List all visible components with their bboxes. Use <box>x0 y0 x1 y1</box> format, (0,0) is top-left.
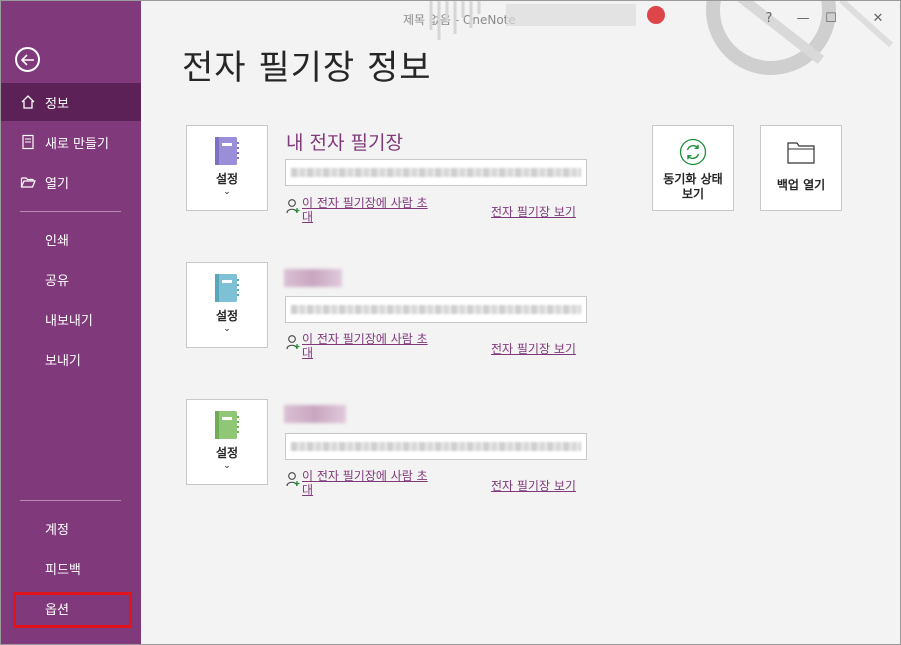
options-highlight-box <box>13 592 132 628</box>
chevron-down-icon: ⌄ <box>223 187 231 197</box>
notebook-settings-button[interactable]: 설정 ⌄ <box>186 399 268 485</box>
blurred-notebook-name <box>284 269 342 287</box>
sidebar-item-open[interactable]: 열기 <box>0 163 141 201</box>
maximize-button[interactable]: ☐ <box>821 8 841 28</box>
sidebar-item-label: 열기 <box>45 176 69 192</box>
notebook-settings-button[interactable]: 설정 ⌄ <box>186 125 268 211</box>
sidebar-item-feedback[interactable]: 피드백 <box>0 549 141 587</box>
blurred-path <box>291 305 581 314</box>
sidebar-item-label: 피드백 <box>45 562 81 578</box>
notebook-path-field[interactable] <box>285 296 587 323</box>
sidebar-item-label: 새로 만들기 <box>45 136 109 152</box>
folder-open-icon <box>20 174 36 190</box>
view-notebook-link[interactable]: 전자 필기장 보기 <box>491 477 576 494</box>
sidebar-item-label: 공유 <box>45 273 69 289</box>
help-button[interactable]: ? <box>759 8 779 28</box>
notebook-icon <box>215 274 239 302</box>
new-page-icon <box>20 134 36 150</box>
notebook-settings-button[interactable]: 설정 ⌄ <box>186 262 268 348</box>
sidebar-divider <box>20 211 121 212</box>
sidebar-item-label: 정보 <box>45 96 69 112</box>
open-backups-button[interactable]: 백업 열기 <box>760 125 842 211</box>
notebook-name: 내 전자 필기장 <box>286 132 403 154</box>
view-sync-status-button[interactable]: 동기화 상태 보기 <box>652 125 734 211</box>
back-button[interactable] <box>15 47 40 72</box>
invite-people-text: 이 전자 필기장에 사람 초대 <box>302 196 428 224</box>
arrow-left-icon <box>20 53 34 66</box>
blurred-path <box>291 168 581 177</box>
notebook-icon <box>215 137 239 165</box>
sidebar-item-print[interactable]: 인쇄 <box>0 220 141 258</box>
sidebar-item-new[interactable]: 새로 만들기 <box>0 123 141 161</box>
chevron-down-icon: ⌄ <box>223 324 231 334</box>
folder-icon <box>787 142 815 164</box>
settings-label: 설정 <box>215 446 239 460</box>
settings-label: 설정 <box>215 309 239 323</box>
home-icon <box>20 94 36 110</box>
notebook-path-field[interactable] <box>285 433 587 460</box>
blurred-notebook-name <box>284 405 346 423</box>
sidebar-item-account[interactable]: 계정 <box>0 509 141 547</box>
close-button[interactable]: ✕ <box>868 8 888 28</box>
minimize-button[interactable]: — <box>793 8 813 28</box>
sidebar-divider <box>20 500 121 501</box>
invite-people-link[interactable]: 이 전자 필기장에 사람 초대 <box>286 196 432 224</box>
person-add-icon <box>286 199 300 214</box>
view-notebook-link[interactable]: 전자 필기장 보기 <box>491 203 576 220</box>
sidebar-item-label: 인쇄 <box>45 233 69 249</box>
sidebar-item-label: 보내기 <box>45 353 81 369</box>
person-add-icon <box>286 472 300 487</box>
sidebar-item-label: 계정 <box>45 522 69 538</box>
person-add-icon <box>286 335 300 350</box>
sidebar-item-share[interactable]: 공유 <box>0 260 141 298</box>
blurred-path <box>291 442 581 451</box>
window-title: 제목 없음 - OneNote <box>403 13 516 27</box>
page-title: 전자 필기장 정보 <box>182 48 432 88</box>
chevron-down-icon: ⌄ <box>223 461 231 471</box>
invite-people-text: 이 전자 필기장에 사람 초대 <box>302 469 428 497</box>
sidebar-item-info[interactable]: 정보 <box>0 83 141 121</box>
sync-status-label: 동기화 상태 보기 <box>663 172 723 201</box>
notebook-path-field[interactable] <box>285 159 587 186</box>
sidebar-item-label: 내보내기 <box>45 313 93 329</box>
sidebar-item-export[interactable]: 내보내기 <box>0 300 141 338</box>
title-bar: 제목 없음 - OneNote ? — ☐ ✕ <box>141 0 901 75</box>
settings-label: 설정 <box>215 172 239 186</box>
invite-people-link[interactable]: 이 전자 필기장에 사람 초대 <box>286 332 432 360</box>
open-backups-label: 백업 열기 <box>776 178 826 192</box>
view-notebook-link[interactable]: 전자 필기장 보기 <box>491 340 576 357</box>
notebook-icon <box>215 411 239 439</box>
invite-people-link[interactable]: 이 전자 필기장에 사람 초대 <box>286 469 432 497</box>
sidebar-item-send[interactable]: 보내기 <box>0 340 141 378</box>
sync-icon <box>679 138 707 166</box>
invite-people-text: 이 전자 필기장에 사람 초대 <box>302 332 428 360</box>
backstage-sidebar: 정보 새로 만들기 열기 인쇄 공유 내보내기 보내기 계정 피드백 옵션 <box>0 0 141 645</box>
